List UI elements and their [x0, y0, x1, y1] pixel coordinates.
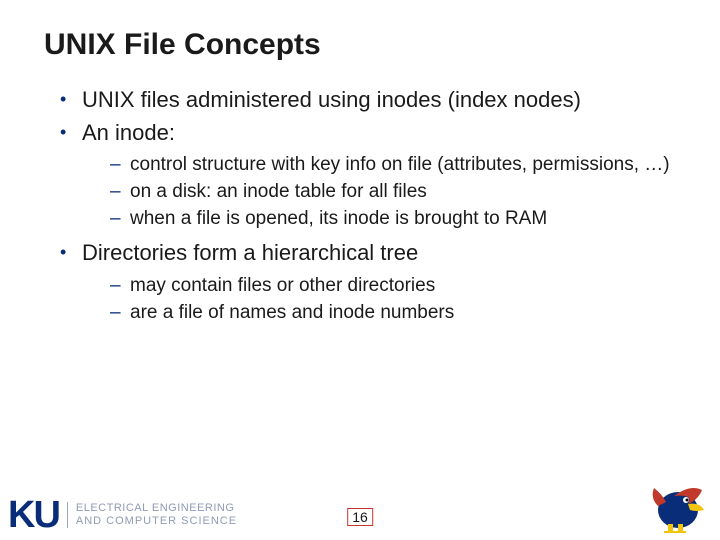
bullet-item: Directories form a hierarchical tree may…: [58, 239, 676, 325]
sub-bullet-text: may contain files or other directories: [130, 275, 435, 296]
sub-bullet-list: control structure with key info on file …: [82, 153, 676, 231]
sub-bullet-text: on a disk: an inode table for all files: [130, 181, 427, 202]
dept-line2: AND COMPUTER SCIENCE: [76, 515, 237, 528]
sub-bullet-item: on a disk: an inode table for all files: [110, 180, 676, 205]
ku-mark: KU: [8, 496, 59, 534]
jayhawk-mascot-icon: [644, 476, 708, 534]
bullet-text: UNIX files administered using inodes (in…: [82, 87, 581, 112]
bullet-item: An inode: control structure with key inf…: [58, 119, 676, 232]
bullet-text: An inode:: [82, 120, 175, 145]
slide-content: UNIX files administered using inodes (in…: [44, 86, 676, 325]
sub-bullet-text: are a file of names and inode numbers: [130, 302, 454, 323]
sub-bullet-item: when a file is opened, its inode is brou…: [110, 207, 676, 232]
ku-logo: KU ELECTRICAL ENGINEERING AND COMPUTER S…: [8, 496, 237, 534]
sub-bullet-item: are a file of names and inode numbers: [110, 301, 676, 326]
sub-bullet-text: control structure with key info on file …: [130, 154, 670, 175]
sub-bullet-item: may contain files or other directories: [110, 274, 676, 299]
bullet-item: UNIX files administered using inodes (in…: [58, 86, 676, 115]
sub-bullet-text: when a file is opened, its inode is brou…: [130, 208, 547, 229]
slide: UNIX File Concepts UNIX files administer…: [0, 0, 720, 325]
slide-title: UNIX File Concepts: [44, 28, 676, 62]
sub-bullet-item: control structure with key info on file …: [110, 153, 676, 178]
page-number: 16: [347, 508, 373, 526]
sub-bullet-list: may contain files or other directories a…: [82, 274, 676, 325]
bullet-text: Directories form a hierarchical tree: [82, 240, 418, 265]
department-label: ELECTRICAL ENGINEERING AND COMPUTER SCIE…: [67, 502, 237, 527]
slide-footer: KU ELECTRICAL ENGINEERING AND COMPUTER S…: [0, 472, 720, 540]
dept-line1: ELECTRICAL ENGINEERING: [76, 502, 237, 515]
bullet-list: UNIX files administered using inodes (in…: [58, 86, 676, 325]
